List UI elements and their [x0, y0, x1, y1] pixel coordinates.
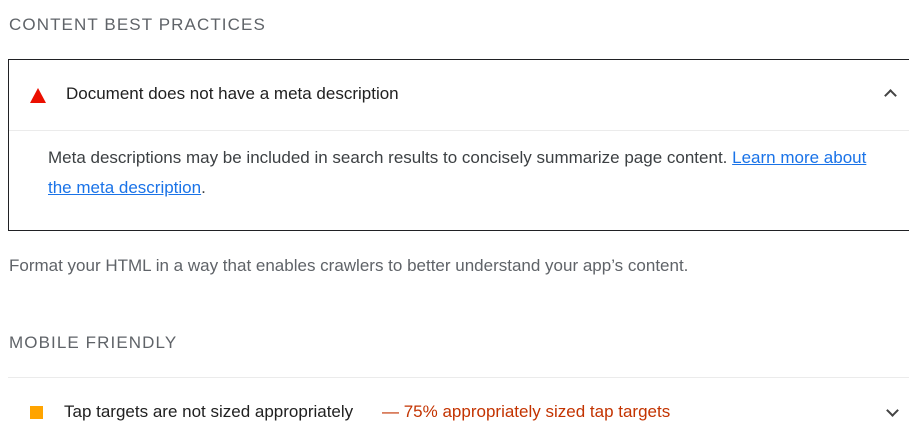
- audit-tap-targets[interactable]: Tap targets are not sized appropriately …: [8, 377, 909, 448]
- chevron-down-icon[interactable]: [886, 404, 899, 417]
- audit-description: Meta descriptions may be included in sea…: [48, 143, 878, 203]
- audit-meta-description: Document does not have a meta descriptio…: [8, 59, 909, 231]
- chevron-up-icon[interactable]: [884, 89, 897, 102]
- audit-meta-description-header[interactable]: Document does not have a meta descriptio…: [9, 60, 909, 131]
- audit-description-text: Meta descriptions may be included in sea…: [48, 148, 728, 167]
- section-title-content-best-practices: CONTENT BEST PRACTICES: [9, 15, 266, 34]
- average-square-icon: [30, 406, 43, 419]
- group-description: Format your HTML in a way that enables c…: [9, 256, 689, 275]
- audit-description-period: .: [201, 178, 206, 197]
- audit-title: Document does not have a meta descriptio…: [66, 84, 399, 103]
- audit-title: Tap targets are not sized appropriately: [64, 402, 354, 421]
- audit-display-value: — 75% appropriately sized tap targets: [382, 402, 671, 421]
- fail-triangle-icon: [30, 88, 46, 103]
- section-title-mobile-friendly: MOBILE FRIENDLY: [9, 333, 178, 352]
